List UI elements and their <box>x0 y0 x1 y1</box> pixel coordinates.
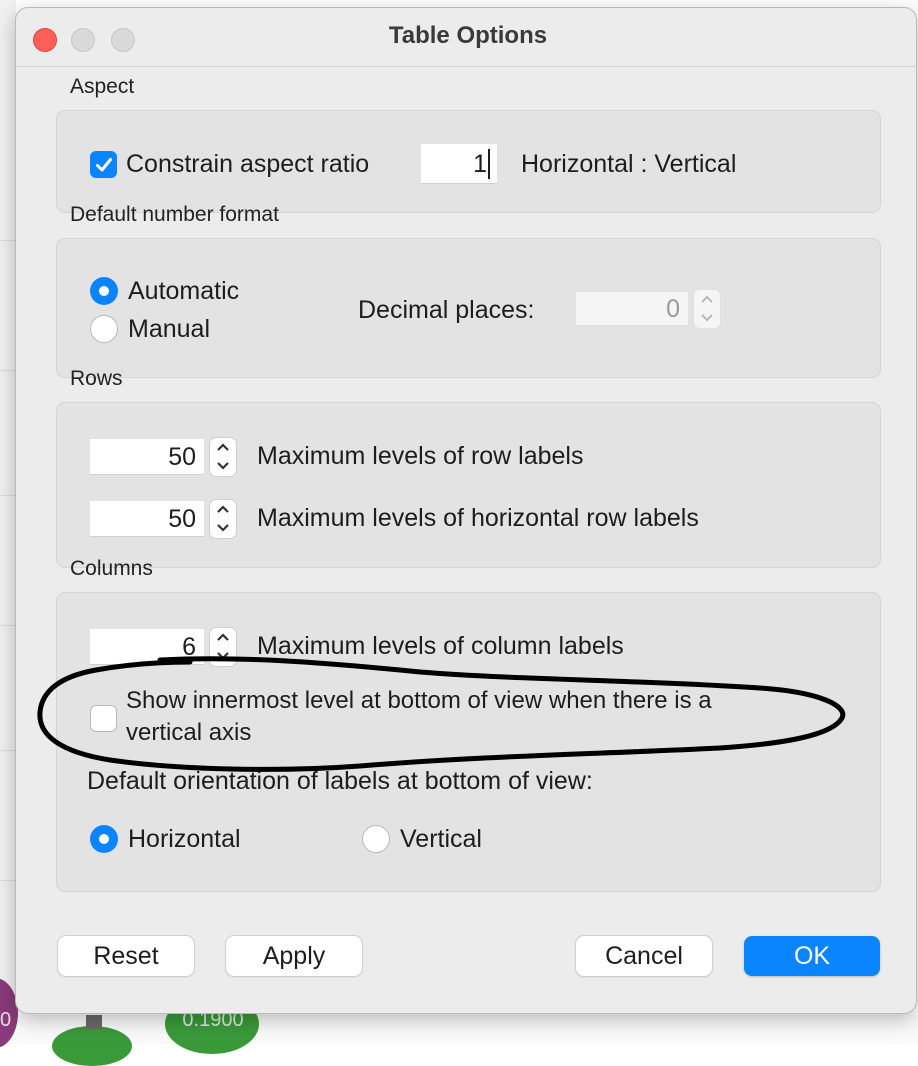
title-bar[interactable]: Table Options <box>16 8 916 67</box>
columns-group: 6 Maximum levels of column labels Show i… <box>56 592 881 892</box>
background-divider <box>0 880 16 881</box>
radio-manual-label[interactable]: Manual <box>128 315 210 344</box>
radio-horizontal-label[interactable]: Horizontal <box>128 825 241 854</box>
background-divider <box>0 495 16 496</box>
aspect-ratio-field[interactable]: 1 <box>421 144 497 184</box>
table-options-dialog: Table Options Aspect Constrain aspect ra… <box>16 8 916 1013</box>
radio-vertical[interactable] <box>362 825 390 853</box>
background-connector <box>86 1015 102 1029</box>
background-edge-value: 0 <box>0 1009 12 1031</box>
section-label-aspect: Aspect <box>70 75 135 98</box>
background-mark-green <box>52 1026 132 1066</box>
background-divider <box>0 625 16 626</box>
decimal-places-field: 0 <box>576 292 688 326</box>
apply-button[interactable]: Apply <box>226 936 362 976</box>
section-label-columns: Columns <box>70 557 153 580</box>
horizontal-row-labels-stepper[interactable] <box>209 499 237 539</box>
decimal-places-label: Decimal places: <box>358 296 535 324</box>
row-labels-stepper[interactable] <box>209 437 237 477</box>
background-divider <box>0 370 16 371</box>
section-label-number-format: Default number format <box>70 203 279 226</box>
row-labels-field[interactable]: 50 <box>90 439 204 475</box>
chevron-down-icon[interactable] <box>210 519 236 538</box>
chevron-down-icon[interactable] <box>210 647 236 666</box>
column-labels-stepper[interactable] <box>209 627 237 667</box>
horizontal-row-labels-text: Maximum levels of horizontal row labels <box>257 504 699 532</box>
ok-button[interactable]: OK <box>744 936 880 976</box>
checkmark-icon <box>95 157 112 171</box>
radio-automatic-label[interactable]: Automatic <box>128 277 239 306</box>
chevron-down-icon[interactable] <box>210 457 236 476</box>
section-label-rows: Rows <box>70 367 123 390</box>
show-innermost-checkbox[interactable] <box>90 705 117 732</box>
rows-group: 50 Maximum levels of row labels 50 Maxim… <box>56 402 881 568</box>
radio-horizontal[interactable] <box>90 825 118 853</box>
orientation-label: Default orientation of labels at bottom … <box>87 767 593 795</box>
radio-manual[interactable] <box>90 315 118 343</box>
cancel-button[interactable]: Cancel <box>576 936 712 976</box>
constrain-aspect-checkbox[interactable] <box>90 151 117 178</box>
column-labels-field[interactable]: 6 <box>90 629 204 665</box>
radio-automatic[interactable] <box>90 277 118 305</box>
chevron-up-icon[interactable] <box>210 628 236 647</box>
decimal-places-stepper <box>693 289 721 329</box>
background-divider <box>0 750 16 751</box>
chevron-up-icon[interactable] <box>210 500 236 519</box>
row-labels-text: Maximum levels of row labels <box>257 442 584 470</box>
chevron-up-icon <box>701 295 713 303</box>
reset-button[interactable]: Reset <box>58 936 194 976</box>
column-labels-text: Maximum levels of column labels <box>257 632 624 660</box>
background-canvas <box>0 1015 918 1044</box>
aspect-group: Constrain aspect ratio 1 Horizontal : Ve… <box>56 110 881 213</box>
show-innermost-label-line2[interactable]: vertical axis <box>126 719 251 747</box>
background-divider <box>0 240 16 241</box>
text-caret <box>488 149 490 179</box>
background-panel <box>0 0 16 1044</box>
number-format-group: Automatic Manual Decimal places: 0 <box>56 238 881 378</box>
constrain-aspect-label[interactable]: Constrain aspect ratio <box>126 150 369 179</box>
chevron-up-icon[interactable] <box>210 438 236 457</box>
horizontal-row-labels-field[interactable]: 50 <box>90 501 204 537</box>
radio-vertical-label[interactable]: Vertical <box>400 825 482 854</box>
show-innermost-label-line1[interactable]: Show innermost level at bottom of view w… <box>126 687 712 715</box>
window-title: Table Options <box>388 22 548 49</box>
chevron-down-icon <box>701 314 713 322</box>
aspect-ratio-suffix: Horizontal : Vertical <box>521 150 737 178</box>
